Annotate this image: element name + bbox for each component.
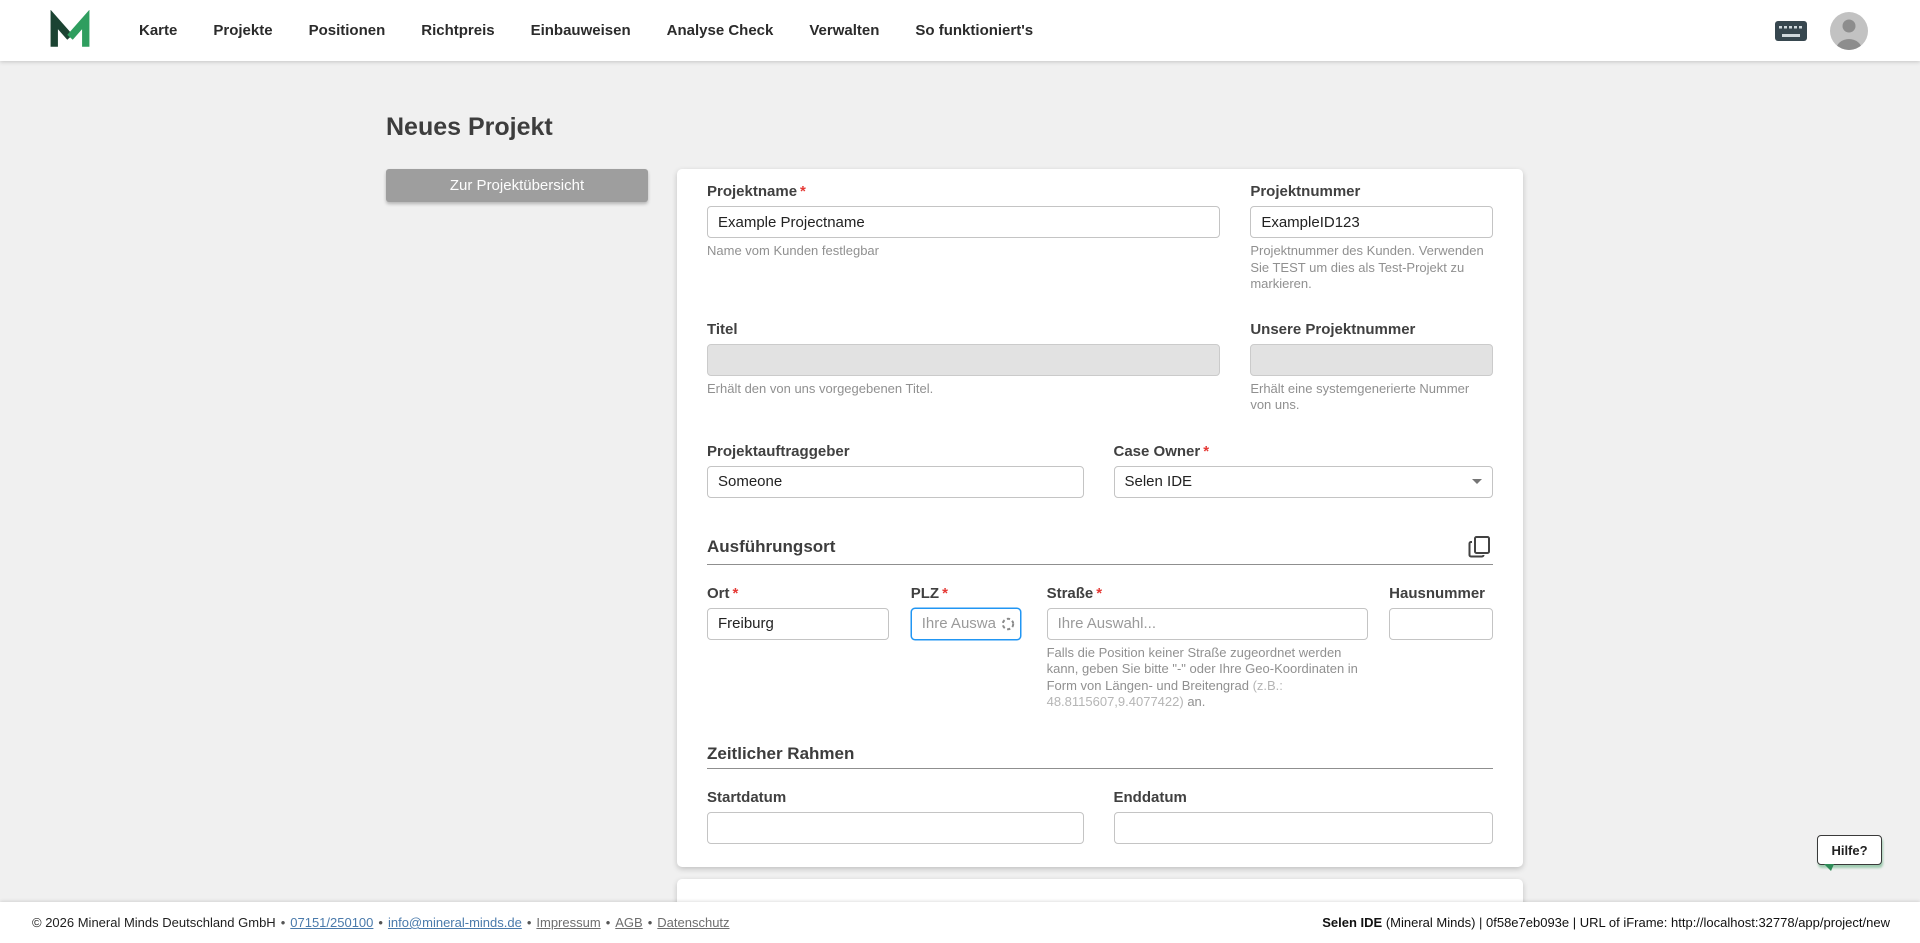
projektname-input[interactable] [707, 206, 1221, 238]
projektauftraggeber-label: Projektauftraggeber [707, 442, 850, 460]
startdatum-input[interactable] [707, 811, 1084, 844]
impressum-link[interactable]: Impressum [536, 915, 600, 930]
keyboard-icon[interactable] [1774, 19, 1808, 43]
separator-dot: • [647, 915, 653, 930]
nav-item-projekte[interactable]: Projekte [213, 22, 272, 39]
nav-item-verwalten[interactable]: Verwalten [809, 22, 879, 39]
user-avatar[interactable] [1830, 11, 1868, 50]
case-owner-selected-value: Selen IDE [1124, 473, 1193, 490]
nav-item-positionen[interactable]: Positionen [309, 22, 386, 39]
copy-location-button[interactable] [1467, 534, 1493, 560]
unsere-projektnummer-input [1250, 343, 1493, 376]
session-user: Selen IDE [1322, 915, 1383, 930]
projektnummer-label: Projektnummer [1250, 183, 1361, 200]
ort-input[interactable] [707, 607, 889, 640]
separator-dot: • [378, 915, 383, 930]
unsere-projektnummer-label: Unsere Projektnummer [1250, 320, 1416, 338]
required-asterisk: * [1203, 442, 1210, 460]
enddatum-input[interactable] [1113, 811, 1493, 844]
ausfuehrungsort-section-header: Ausführungsort [707, 534, 1493, 565]
nav-item-analyse-check[interactable]: Analyse Check [667, 22, 774, 39]
session-info: Selen IDE (Mineral Minds) | 0f58e7eb093e… [1322, 915, 1890, 930]
nav-item-karte[interactable]: Karte [139, 22, 177, 39]
loading-spinner-icon [1001, 617, 1014, 630]
nav-item-richtpreis[interactable]: Richtpreis [421, 22, 494, 39]
nav-item-so-funktionierts[interactable]: So funktioniert's [915, 22, 1033, 39]
email-link[interactable]: info@mineral-minds.de [388, 915, 522, 930]
datenschutz-link[interactable]: Datenschutz [657, 915, 729, 930]
new-project-form-card: Projektname* Name vom Kunden festlegbar … [677, 169, 1523, 867]
titel-label: Titel [707, 320, 738, 338]
strasse-label: Straße * [1046, 584, 1103, 602]
help-button[interactable]: Hilfe? [1817, 835, 1882, 871]
projektnummer-input[interactable] [1250, 206, 1493, 238]
unsere-projektnummer-helper: Erhält eine systemgenerierte Nummer von … [1250, 380, 1470, 413]
required-asterisk: * [800, 183, 806, 200]
projektauftraggeber-input[interactable] [707, 465, 1084, 498]
zeitlicher-rahmen-section-header: Zeitlicher Rahmen [707, 744, 1493, 769]
separator-dot: • [280, 915, 286, 930]
projektname-helper: Name vom Kunden festlegbar [707, 243, 879, 258]
plz-label: PLZ * [910, 584, 948, 602]
copyright-text: © 2026 Mineral Minds Deutschland GmbH [32, 915, 276, 930]
required-asterisk: * [942, 584, 948, 602]
enddatum-label: Enddatum [1113, 788, 1187, 806]
nav-item-einbauweisen[interactable]: Einbauweisen [531, 22, 631, 39]
required-asterisk: * [732, 584, 739, 602]
hausnummer-input[interactable] [1389, 607, 1493, 640]
hausnummer-label: Hausnummer [1389, 584, 1485, 602]
chevron-down-icon [1472, 479, 1482, 484]
strasse-input[interactable] [1046, 607, 1369, 640]
ort-label: Ort * [707, 584, 739, 602]
zeitlicher-rahmen-heading: Zeitlicher Rahmen [707, 743, 855, 763]
top-navbar: Karte Projekte Positionen Richtpreis Ein… [0, 0, 1920, 61]
footer: © 2026 Mineral Minds Deutschland GmbH • … [0, 902, 1920, 943]
separator-dot: • [526, 915, 532, 930]
page-title: Neues Projekt [386, 113, 553, 141]
strasse-helper: Falls die Position keiner Straße zugeord… [1046, 644, 1358, 710]
titel-input [707, 343, 1221, 376]
content-copy-icon [1468, 535, 1490, 557]
case-owner-label: Case Owner * [1113, 442, 1210, 460]
case-owner-select[interactable]: Selen IDE [1113, 465, 1493, 498]
separator-dot: • [605, 915, 611, 930]
main-content: Neues Projekt Zur Projektübersicht Proje… [0, 61, 1920, 909]
footer-links: © 2026 Mineral Minds Deutschland GmbH • … [32, 915, 730, 930]
projektnummer-helper: Projektnummer des Kunden. Verwenden Sie … [1250, 243, 1484, 291]
mineral-minds-logo-icon[interactable] [49, 9, 91, 52]
projektname-label: Projektname * [707, 183, 806, 200]
titel-helper: Erhält den von uns vorgegebenen Titel. [707, 380, 934, 396]
nav-menu: Karte Projekte Positionen Richtpreis Ein… [139, 22, 1033, 39]
person-icon [1836, 19, 1862, 50]
session-details: (Mineral Minds) | 0f58e7eb093e | URL of … [1382, 915, 1890, 930]
required-asterisk: * [1096, 584, 1103, 602]
ausfuehrungsort-heading: Ausführungsort [707, 536, 836, 556]
phone-link[interactable]: 07151/250100 [290, 915, 373, 930]
startdatum-label: Startdatum [707, 788, 787, 806]
agb-link[interactable]: AGB [615, 915, 642, 930]
back-to-projects-button[interactable]: Zur Projektübersicht [386, 169, 648, 202]
